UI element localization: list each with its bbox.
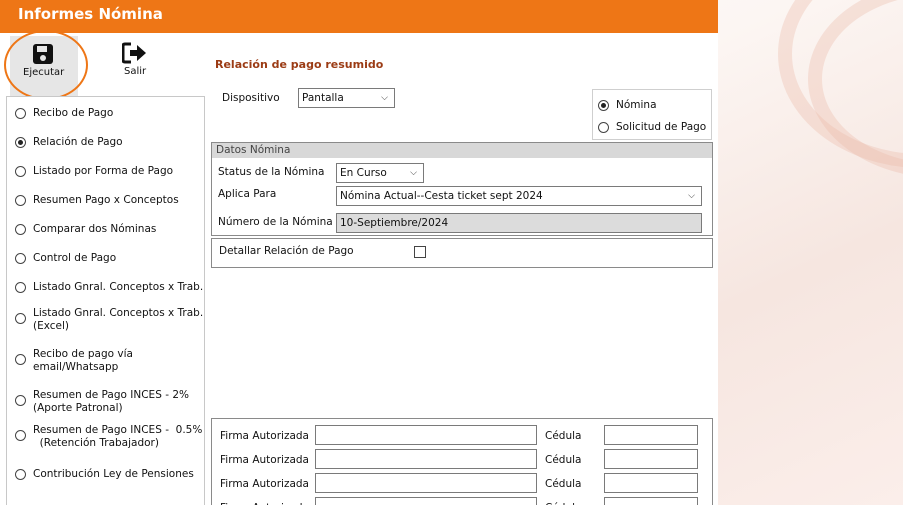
chevron-down-icon: ⌵	[410, 168, 417, 178]
option-ley-pensiones[interactable]: Contribución Ley de Pensiones	[15, 468, 194, 481]
option-resumen-pago-conceptos[interactable]: Resumen Pago x Conceptos	[15, 194, 179, 207]
cedula-label: Cédula	[545, 478, 582, 490]
option-recibo-email[interactable]: Recibo de pago vía email/Whatsapp	[15, 348, 133, 374]
numero-field: 10-Septiembre/2024	[336, 213, 702, 233]
cedula-input-4[interactable]	[604, 497, 698, 505]
cedula-input-2[interactable]	[604, 449, 698, 469]
radio-icon	[15, 166, 26, 177]
datos-nomina-header: Datos Nómina	[212, 143, 712, 158]
cedula-input-3[interactable]	[604, 473, 698, 493]
radio-icon	[15, 108, 26, 119]
option-listado-forma-pago[interactable]: Listado por Forma de Pago	[15, 165, 173, 178]
cedula-label: Cédula	[545, 454, 582, 466]
type-group: Nómina Solicitud de Pago	[592, 89, 712, 140]
radio-icon	[15, 195, 26, 206]
detail-checkbox[interactable]	[414, 246, 426, 258]
radio-icon	[15, 253, 26, 264]
aplica-label: Aplica Para	[218, 188, 277, 200]
detail-label: Detallar Relación de Pago	[219, 245, 354, 257]
detail-group: Detallar Relación de Pago	[211, 238, 713, 268]
numero-label: Número de la Nómina	[218, 216, 333, 228]
radio-selected-icon	[15, 137, 26, 148]
option-relacion-de-pago[interactable]: Relación de Pago	[15, 136, 123, 149]
report-type-panel: Recibo de Pago Relación de Pago Listado …	[6, 96, 205, 505]
exit-icon	[122, 42, 146, 64]
exit-label: Salir	[124, 66, 147, 77]
cedula-input-1[interactable]	[604, 425, 698, 445]
option-listado-gnral-excel[interactable]: Listado Gnral. Conceptos x Trab. (Excel)	[15, 307, 203, 333]
option-recibo-de-pago[interactable]: Recibo de Pago	[15, 107, 113, 120]
option-listado-gnral[interactable]: Listado Gnral. Conceptos x Trab.	[15, 281, 203, 294]
report-window: Informes Nómina Ejecutar Salir Recibo de…	[0, 0, 718, 505]
status-select[interactable]: En Curso ⌵	[336, 163, 424, 183]
firma-input-1[interactable]	[315, 425, 537, 445]
exit-button[interactable]: Salir	[110, 38, 158, 86]
aplica-select[interactable]: Nómina Actual--Cesta ticket sept 2024 ⌵	[336, 186, 702, 206]
radio-selected-icon	[598, 100, 609, 111]
title-bar: Informes Nómina	[0, 0, 718, 33]
option-solicitud-pago[interactable]: Solicitud de Pago	[598, 121, 706, 134]
radio-icon	[15, 282, 26, 293]
signatures-group: Firma Autorizada Cédula Firma Autorizada…	[211, 418, 713, 505]
option-comparar-nominas[interactable]: Comparar dos Nóminas	[15, 223, 156, 236]
cedula-label: Cédula	[545, 430, 582, 442]
background-decoration	[718, 0, 903, 505]
firma-label: Firma Autorizada	[220, 478, 309, 490]
radio-icon	[15, 313, 26, 324]
section-title: Relación de pago resumido	[215, 58, 384, 71]
radio-icon	[598, 122, 609, 133]
radio-icon	[15, 430, 26, 441]
chevron-down-icon: ⌵	[688, 191, 695, 201]
device-label: Dispositivo	[222, 92, 280, 104]
firma-label: Firma Autorizada	[220, 430, 309, 442]
firma-input-2[interactable]	[315, 449, 537, 469]
option-nomina[interactable]: Nómina	[598, 99, 657, 112]
status-label: Status de la Nómina	[218, 166, 325, 178]
radio-icon	[15, 224, 26, 235]
option-inces-2[interactable]: Resumen de Pago INCES - 2% (Aporte Patron…	[15, 389, 189, 415]
datos-nomina-group: Datos Nómina Status de la Nómina En Curs…	[211, 142, 713, 236]
radio-icon	[15, 354, 26, 365]
radio-icon	[15, 395, 26, 406]
window-title: Informes Nómina	[18, 5, 163, 23]
option-control-de-pago[interactable]: Control de Pago	[15, 252, 116, 265]
option-inces-05[interactable]: Resumen de Pago INCES - 0.5% (Retención …	[15, 424, 202, 450]
radio-icon	[15, 469, 26, 480]
firma-label: Firma Autorizada	[220, 454, 309, 466]
chevron-down-icon: ⌵	[381, 93, 388, 103]
highlight-ring	[4, 30, 88, 100]
device-select[interactable]: Pantalla ⌵	[298, 88, 395, 108]
firma-input-3[interactable]	[315, 473, 537, 493]
firma-input-4[interactable]	[315, 497, 537, 505]
